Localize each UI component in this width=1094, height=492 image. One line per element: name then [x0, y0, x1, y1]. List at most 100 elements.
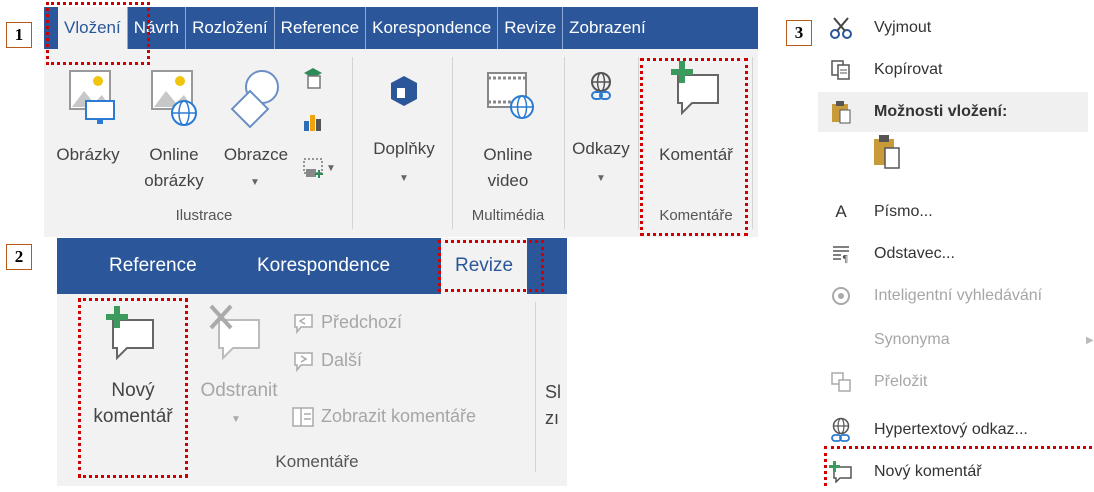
group-multimedia-label: Multimédia	[471, 207, 545, 224]
tab-mailings[interactable]: Korespondence	[257, 238, 390, 294]
menu-item-label: Přeložit	[874, 373, 928, 390]
comment-label: Komentář	[659, 145, 733, 164]
paste-keep-formatting-button[interactable]	[872, 134, 908, 174]
smart-lookup-icon	[828, 283, 854, 309]
delete-comment-icon	[209, 304, 260, 361]
online-pictures-label-1: Online	[149, 145, 199, 164]
tab-design[interactable]: Návrh	[126, 7, 185, 49]
shapes-button[interactable]: Obrazce ▼	[216, 67, 296, 217]
menu-item-cut[interactable]: Vyjmout	[818, 8, 1094, 48]
menu-header-paste-options: Možnosti vložení:	[818, 92, 1088, 132]
chevron-right-icon: ▶	[1086, 334, 1094, 346]
menu-item-label: Odstavec...	[874, 245, 955, 262]
comment-button[interactable]: Komentář	[644, 61, 748, 217]
chevron-down-icon: ▼	[596, 173, 606, 184]
group-comments-label: Komentáře	[275, 452, 359, 471]
chevron-down-icon: ▼	[326, 163, 336, 174]
addins-button[interactable]: Doplňky ▼	[362, 67, 446, 217]
online-pictures-button[interactable]: Online obrázky	[132, 67, 216, 217]
group-comments-label: Komentáře	[659, 207, 733, 224]
menu-item-synonyms[interactable]: Synonyma ▶	[818, 320, 1094, 360]
paste-icon	[874, 135, 900, 169]
tab-review[interactable]: Revize	[497, 7, 562, 49]
translate-icon	[828, 369, 854, 395]
group-divider	[638, 57, 639, 229]
ribbon-tab-bar: Reference Korespondence Revize	[57, 238, 567, 294]
online-video-button[interactable]: Online video	[458, 67, 558, 217]
tab-layout[interactable]: Rozložení	[185, 7, 274, 49]
store-icon	[391, 76, 417, 106]
copy-icon	[828, 57, 854, 83]
chart-icon[interactable]	[302, 111, 324, 133]
online-video-label-2: video	[487, 171, 529, 190]
new-comment-label-2: komentář	[93, 406, 173, 427]
hyperlink-icon	[828, 417, 854, 443]
show-comments-button[interactable]: Zobrazit komentáře	[291, 404, 531, 432]
new-comment-icon	[106, 306, 154, 361]
group-divider	[564, 57, 565, 229]
step-marker-1: 1	[6, 22, 32, 48]
menu-item-paragraph[interactable]: ¶ Odstavec...	[818, 234, 1094, 274]
step-marker-3: 3	[786, 20, 812, 46]
show-comments-label: Zobrazit komentáře	[321, 406, 477, 426]
delete-comment-button[interactable]: Odstranit ▼	[191, 304, 287, 464]
new-comment-icon	[828, 459, 854, 485]
tab-mailings[interactable]: Korespondence	[365, 7, 497, 49]
video-icon	[487, 72, 534, 119]
tab-insert[interactable]: Vložení	[58, 7, 127, 49]
group-divider	[452, 57, 453, 229]
screenshot-icon[interactable]	[302, 157, 324, 179]
tab-review[interactable]: Revize	[441, 238, 528, 294]
next-comment-icon	[294, 352, 313, 372]
pictures-icon	[69, 70, 115, 124]
menu-item-translate[interactable]: Přeložit	[818, 362, 1094, 402]
ribbon-tab-bar: Vložení Návrh Rozložení Reference Koresp…	[44, 7, 758, 49]
link-icon	[591, 72, 611, 100]
menu-item-smart-lookup[interactable]: Inteligentní vyhledávání	[818, 276, 1094, 316]
insert-ribbon: Vložení Návrh Rozložení Reference Koresp…	[44, 7, 758, 237]
new-comment-icon	[671, 61, 719, 116]
truncated-label-2: zı	[545, 408, 560, 428]
menu-item-label: Možnosti vložení:	[874, 103, 1008, 120]
group-divider	[535, 302, 536, 472]
menu-item-label: Kopírovat	[874, 61, 943, 78]
tab-view[interactable]: Zobrazení	[562, 7, 652, 49]
tab-references[interactable]: Reference	[273, 7, 365, 49]
previous-comment-button[interactable]: Předchozí	[291, 310, 481, 338]
tab-references[interactable]: Reference	[109, 238, 197, 294]
new-comment-label-1: Nový	[111, 380, 155, 401]
menu-item-label: Písmo...	[874, 203, 933, 220]
show-comments-icon	[292, 407, 314, 427]
truncated-label-1: Sl	[545, 382, 562, 402]
font-icon: A	[835, 202, 847, 221]
shapes-icon	[230, 70, 279, 129]
next-label: Další	[321, 350, 363, 370]
step-marker-2: 2	[6, 244, 32, 270]
group-divider	[752, 57, 753, 229]
previous-comment-icon	[294, 314, 313, 334]
menu-item-hyperlink[interactable]: Hypertextový odkaz...	[818, 410, 1094, 450]
chevron-down-icon: ▼	[231, 414, 241, 425]
scissors-icon	[828, 15, 854, 41]
menu-item-copy[interactable]: Kopírovat	[818, 50, 1094, 90]
menu-item-font[interactable]: A Písmo...	[818, 192, 1094, 232]
chevron-down-icon: ▼	[250, 177, 260, 188]
links-label: Odkazy	[572, 139, 630, 158]
new-comment-button[interactable]: Nový komentář	[83, 304, 183, 464]
online-pictures-label-2: obrázky	[144, 171, 204, 190]
pictures-button[interactable]: Obrázky	[48, 67, 128, 217]
links-button[interactable]: Odkazy ▼	[568, 67, 634, 217]
smartart-icon[interactable]	[302, 67, 324, 89]
menu-item-label: Hypertextový odkaz...	[874, 421, 1028, 438]
online-video-label-1: Online	[483, 145, 533, 164]
delete-label: Odstranit	[200, 380, 278, 401]
next-comment-button[interactable]: Další	[291, 348, 481, 376]
chevron-down-icon: ▼	[399, 173, 409, 184]
group-divider	[352, 57, 353, 229]
menu-item-new-comment[interactable]: Nový komentář	[818, 452, 1094, 492]
online-pictures-icon	[151, 70, 197, 126]
menu-item-label: Vyjmout	[874, 19, 932, 36]
context-menu: Vyjmout Kopírovat Možnosti vložení: A Pí…	[818, 0, 1094, 486]
group-illustrations-label: Ilustrace	[175, 207, 233, 224]
addins-label: Doplňky	[373, 139, 435, 158]
